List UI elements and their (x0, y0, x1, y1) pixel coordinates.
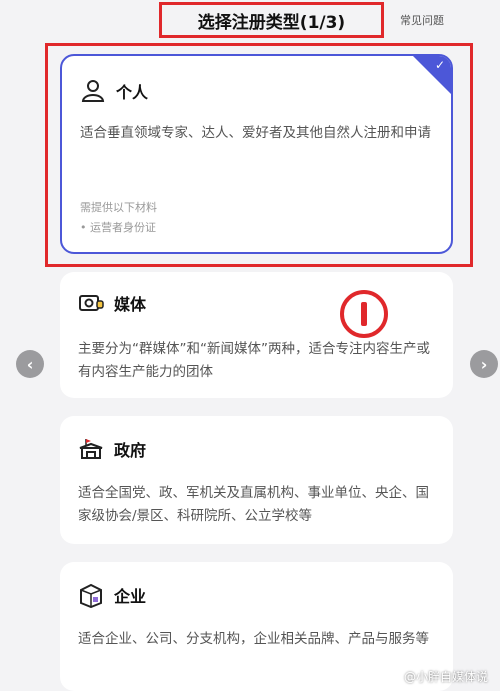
card-description: 适合企业、公司、分支机构，企业相关品牌、产品与服务等 (78, 631, 429, 647)
government-icon (79, 439, 103, 459)
step-one-annotation (340, 290, 388, 338)
card-description: 适合全国党、政、军机关及直属机构、事业单位、央企、国家级协会/景区、科研院所、公… (78, 485, 429, 524)
next-arrow-button[interactable]: › (470, 350, 498, 378)
card-title: 政府 (114, 441, 147, 460)
selection-annotation-frame (45, 43, 473, 267)
card-title: 媒体 (114, 295, 147, 314)
header: 选择注册类型(1/3) 常见问题 (0, 0, 500, 40)
type-card-government[interactable]: 政府 适合全国党、政、军机关及直属机构、事业单位、央企、国家级协会/景区、科研院… (60, 416, 453, 544)
media-icon (79, 295, 104, 311)
card-header: 企业 (78, 582, 146, 608)
enterprise-icon (80, 583, 102, 608)
card-title: 企业 (114, 587, 147, 606)
faq-link[interactable]: 常见问题 (400, 12, 444, 28)
watermark: @小胖自媒体说 (403, 670, 488, 684)
page-title: 选择注册类型(1/3) (197, 12, 346, 33)
title-annotation-box: 选择注册类型(1/3) (159, 2, 384, 38)
card-header: 媒体 (78, 290, 146, 316)
card-description: 主要分为“群媒体”和“新闻媒体”两种，适合专注内容生产或有内容生产能力的团体 (78, 341, 430, 380)
prev-arrow-button[interactable]: ‹ (16, 350, 44, 378)
card-header: 政府 (78, 436, 146, 462)
type-card-enterprise[interactable]: 企业 适合企业、公司、分支机构，企业相关品牌、产品与服务等 (60, 562, 453, 691)
type-card-media[interactable]: 媒体 主要分为“群媒体”和“新闻媒体”两种，适合专注内容生产或有内容生产能力的团… (60, 272, 453, 398)
